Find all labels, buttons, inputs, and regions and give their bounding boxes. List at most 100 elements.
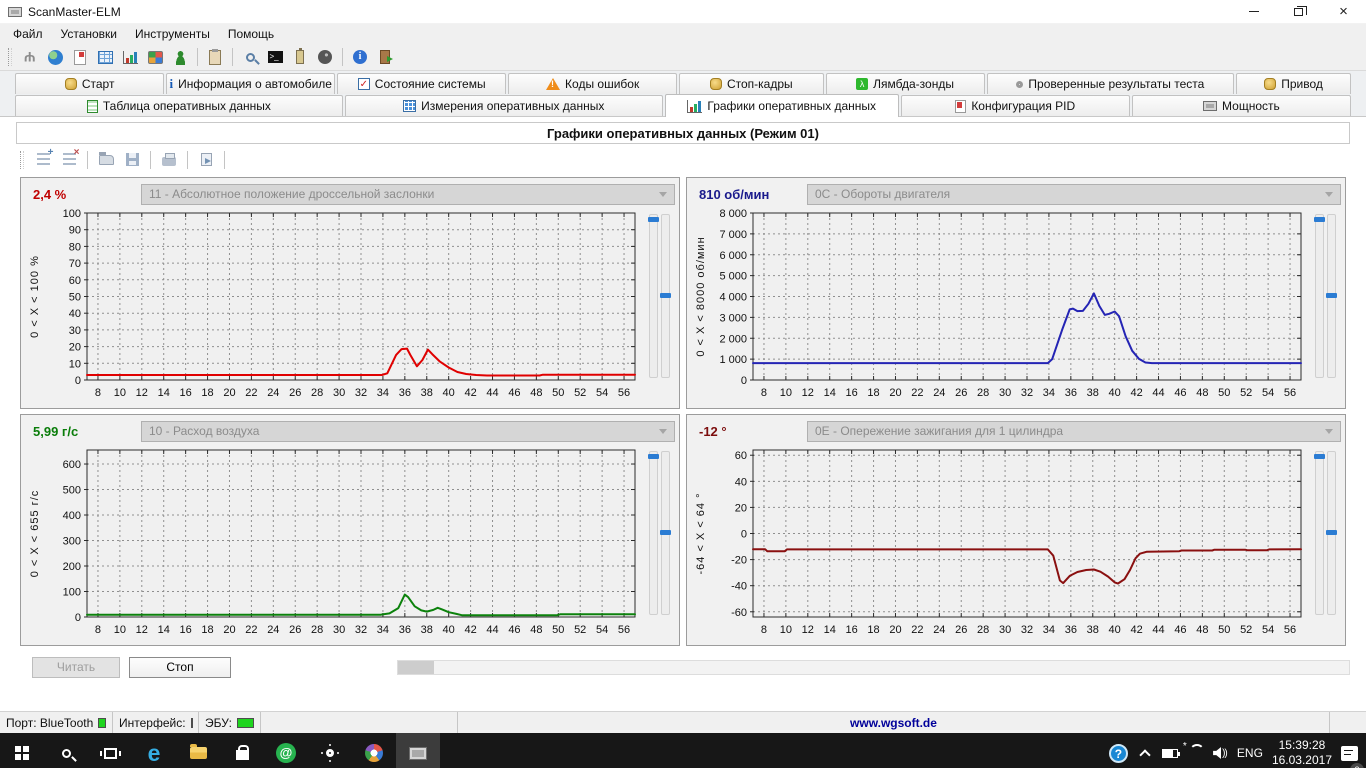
tab-system-status[interactable]: ✓ Состояние системы: [337, 73, 507, 94]
read-button[interactable]: Читать: [32, 656, 120, 678]
tab-freeze-frames[interactable]: Стоп-кадры: [679, 73, 824, 94]
slider-thumb[interactable]: [647, 217, 659, 222]
scale-slider-upper[interactable]: [647, 214, 659, 378]
clock[interactable]: 15:39:28 16.03.2017: [1272, 733, 1332, 768]
remove-graph-button[interactable]: [58, 147, 80, 171]
svg-text:34: 34: [1043, 624, 1055, 636]
terminal-button[interactable]: >_: [264, 46, 286, 68]
mail-app-button[interactable]: [264, 733, 308, 768]
menu-file[interactable]: Файл: [4, 25, 52, 43]
connect-button[interactable]: Ψ: [19, 46, 41, 68]
svg-text:16: 16: [846, 624, 858, 636]
tray-expand-button[interactable]: [1137, 733, 1153, 768]
clipboard-icon: [209, 48, 221, 65]
settings-button[interactable]: [308, 733, 352, 768]
slider-thumb[interactable]: [659, 529, 671, 535]
pid-select[interactable]: 0C - Обороты двигателя: [807, 183, 1341, 205]
stop-button[interactable]: Стоп: [129, 656, 231, 678]
svg-text:20: 20: [889, 624, 901, 636]
print-button[interactable]: [158, 149, 180, 171]
tab-lambda-sensors[interactable]: Лямбда-зонды: [825, 73, 985, 94]
battery-icon: [1161, 748, 1180, 758]
gauge-button[interactable]: [314, 46, 336, 68]
menu-settings[interactable]: Установки: [52, 25, 126, 43]
scale-slider-lower[interactable]: [659, 214, 671, 378]
report-button[interactable]: [69, 46, 91, 68]
svg-text:5 000: 5 000: [719, 271, 747, 283]
exit-button[interactable]: [374, 46, 396, 68]
scale-slider-upper[interactable]: [1313, 214, 1325, 378]
battery-button[interactable]: [289, 46, 311, 68]
file-explorer-button[interactable]: [176, 733, 220, 768]
slider-thumb[interactable]: [1325, 292, 1337, 298]
scale-slider-upper[interactable]: [1313, 451, 1325, 615]
scale-slider-lower[interactable]: [659, 451, 671, 615]
edge-button[interactable]: [132, 733, 176, 768]
toolbar-separator: [150, 150, 151, 169]
slider-thumb[interactable]: [659, 292, 671, 298]
save-button[interactable]: [121, 149, 143, 171]
svg-text:-20: -20: [731, 555, 747, 567]
slider-thumb[interactable]: [1325, 529, 1337, 535]
pid-select[interactable]: 0E - Опережение зажигания для 1 цилиндра: [807, 420, 1341, 442]
chart-view-button[interactable]: [119, 46, 141, 68]
svg-text:12: 12: [802, 624, 814, 636]
slider-thumb[interactable]: [1313, 454, 1325, 459]
tab-test-results[interactable]: Проверенные результаты теста: [986, 73, 1235, 94]
menu-tools[interactable]: Инструменты: [126, 25, 219, 43]
tab-live-data-table[interactable]: Таблица оперативных данных: [15, 95, 343, 116]
page-title: Графики оперативных данных (Режим 01): [16, 122, 1350, 144]
start-button[interactable]: [0, 733, 44, 768]
scale-slider-lower[interactable]: [1325, 451, 1337, 615]
maximize-button[interactable]: [1276, 0, 1321, 23]
scrollbar-thumb[interactable]: [398, 660, 434, 674]
tab-live-data-graphs[interactable]: Графики оперативных данных: [664, 94, 899, 117]
tab-power[interactable]: Мощность: [1131, 95, 1351, 116]
wifi-tray-button[interactable]: [1183, 733, 1203, 768]
image-button[interactable]: [144, 46, 166, 68]
battery-tray-button[interactable]: [1161, 733, 1180, 768]
action-center-button[interactable]: 2: [1341, 733, 1364, 768]
website-link[interactable]: www.wgsoft.de: [850, 716, 937, 730]
store-button[interactable]: [220, 733, 264, 768]
horizontal-scrollbar[interactable]: [397, 659, 1350, 675]
svg-text:60: 60: [69, 275, 81, 287]
paint-button[interactable]: [352, 733, 396, 768]
clipboard-button[interactable]: [204, 46, 226, 68]
user-button[interactable]: [169, 46, 191, 68]
close-button[interactable]: ×: [1321, 0, 1366, 23]
remove-graph-icon: [62, 147, 79, 166]
globe-button[interactable]: [44, 46, 66, 68]
export-button[interactable]: [195, 149, 217, 171]
svg-text:46: 46: [508, 624, 520, 636]
task-view-button[interactable]: [88, 733, 132, 768]
tab-actuator[interactable]: Привод: [1236, 73, 1352, 94]
tab-vehicle-info[interactable]: i Информация о автомобиле: [166, 73, 336, 94]
menu-help[interactable]: Помощь: [219, 25, 283, 43]
taskbar-search-button[interactable]: [44, 733, 88, 768]
pid-select[interactable]: 11 - Абсолютное положение дроссельной за…: [141, 183, 675, 205]
add-graph-button[interactable]: [32, 147, 54, 171]
slider-thumb[interactable]: [647, 454, 659, 459]
pid-select[interactable]: 10 - Расход воздуха: [141, 420, 675, 442]
help-tray-button[interactable]: [1108, 733, 1128, 768]
slider-thumb[interactable]: [1313, 217, 1325, 222]
table-view-button[interactable]: [94, 46, 116, 68]
scanmaster-taskbar-button[interactable]: [396, 733, 440, 768]
open-button[interactable]: [95, 149, 117, 171]
svg-text:56: 56: [618, 387, 630, 399]
scale-slider-upper[interactable]: [647, 451, 659, 615]
statusbar-spacer: [261, 712, 458, 733]
search-button[interactable]: [239, 46, 261, 68]
tab-error-codes[interactable]: Коды ошибок: [508, 73, 678, 94]
language-indicator[interactable]: ENG: [1237, 733, 1263, 768]
minimize-button[interactable]: [1231, 0, 1276, 23]
scale-slider-lower[interactable]: [1325, 214, 1337, 378]
volume-tray-button[interactable]: [1212, 733, 1228, 768]
info-button[interactable]: i: [349, 46, 371, 68]
tab-live-data-measure[interactable]: Измерения оперативных данных: [344, 95, 663, 116]
svg-text:8: 8: [95, 387, 101, 399]
tab-start[interactable]: Старт: [15, 73, 165, 94]
svg-text:36: 36: [1065, 387, 1077, 399]
tab-pid-config[interactable]: Конфигурация PID: [900, 95, 1130, 116]
